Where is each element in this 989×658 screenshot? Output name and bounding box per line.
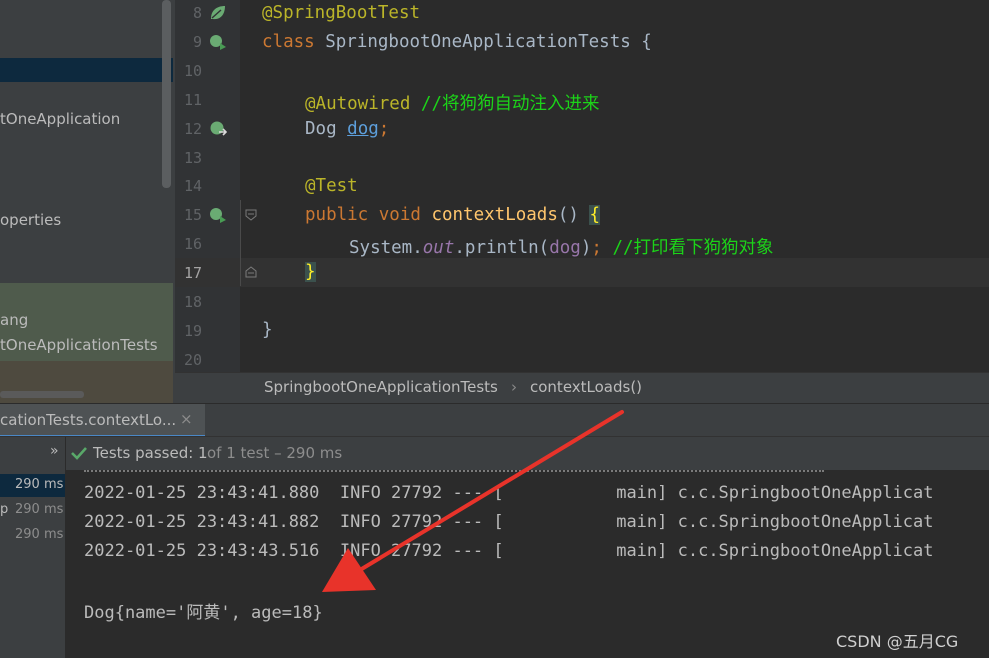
watermark: CSDN @五月CG xyxy=(836,632,959,651)
red-arrow-annotation xyxy=(322,410,624,592)
